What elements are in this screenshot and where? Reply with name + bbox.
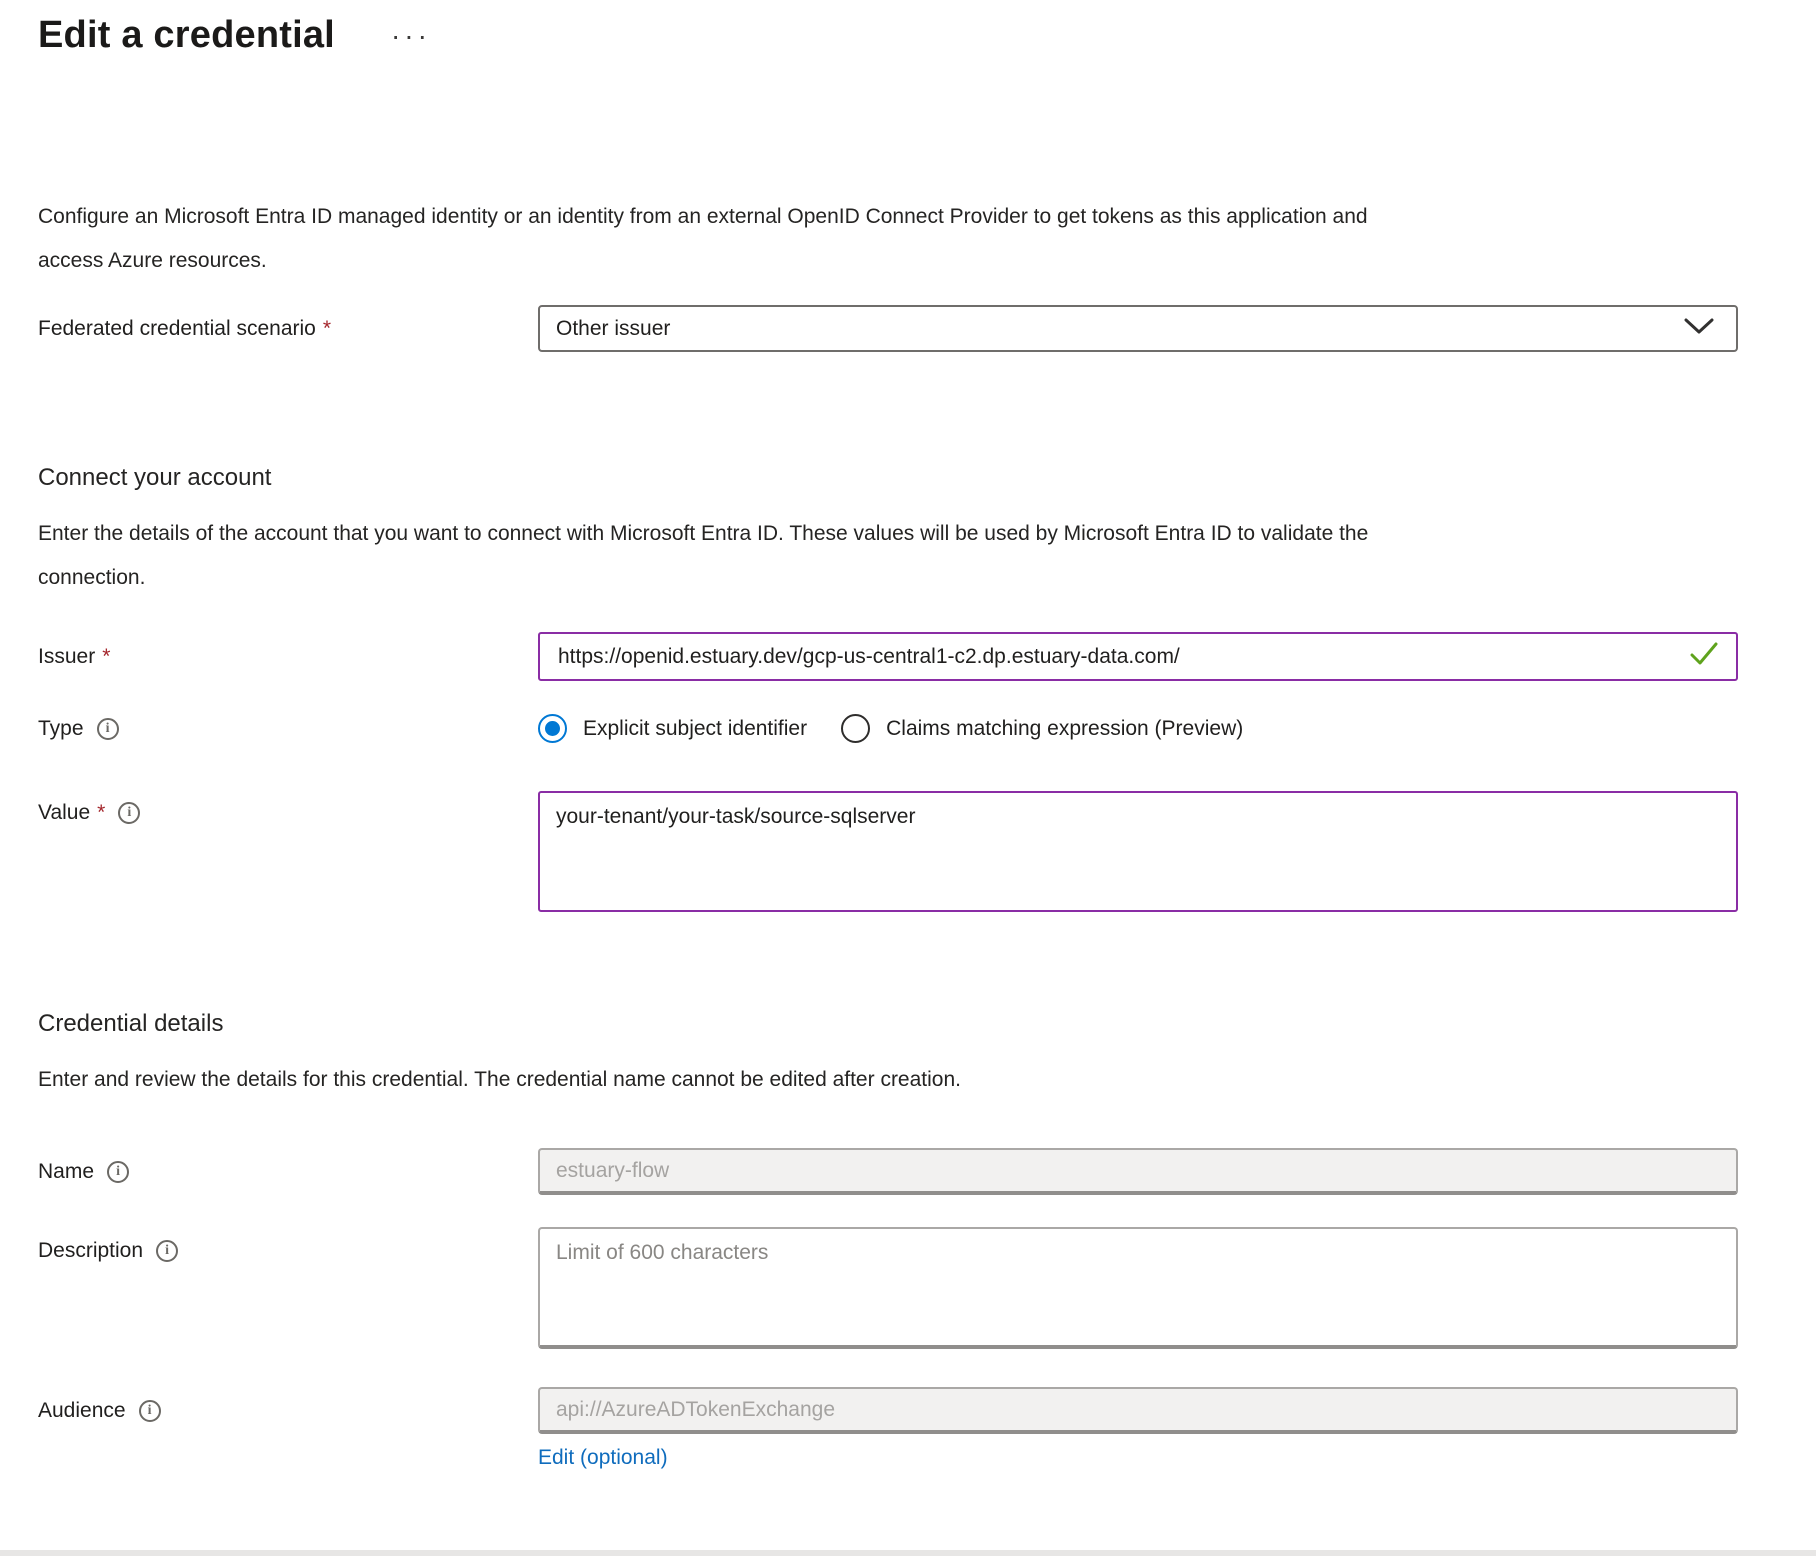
federated-credential-scenario-select[interactable]: Other issuer — [538, 305, 1738, 352]
radio-label: Explicit subject identifier — [583, 717, 807, 741]
name-input — [538, 1148, 1738, 1195]
info-icon: i — [107, 1161, 129, 1183]
type-label: Type i — [38, 717, 538, 741]
credential-details-heading: Credential details — [38, 1010, 1738, 1038]
info-icon: i — [139, 1400, 161, 1422]
info-icon: i — [156, 1240, 178, 1262]
intro-line: Configure an Microsoft Entra ID managed … — [38, 195, 1738, 239]
description-line: Enter the details of the account that yo… — [38, 512, 1738, 556]
audience-row: Audience i — [38, 1387, 1738, 1434]
description-row: Description i — [38, 1227, 1738, 1349]
required-marker: * — [102, 645, 110, 669]
federated-credential-scenario-label: Federated credential scenario * — [38, 317, 538, 341]
info-icon: i — [97, 718, 119, 740]
info-icon: i — [118, 802, 140, 824]
federated-credential-scenario-value: Other issuer — [556, 317, 670, 341]
type-row: Type i Explicit subject identifier Claim… — [38, 714, 1738, 743]
required-marker: * — [97, 801, 105, 825]
name-row: Name i — [38, 1148, 1738, 1195]
connect-account-heading: Connect your account — [38, 464, 1738, 492]
radio-explicit-subject-identifier[interactable]: Explicit subject identifier — [538, 714, 807, 743]
radio-label: Claims matching expression (Preview) — [886, 717, 1243, 741]
description-textarea[interactable] — [538, 1227, 1738, 1349]
required-marker: * — [323, 317, 331, 341]
page-header: Edit a credential ··· — [38, 14, 1738, 57]
value-textarea[interactable]: your-tenant/your-task/source-sqlserver — [538, 791, 1738, 912]
radio-button-icon — [538, 714, 567, 743]
value-row: Value * i your-tenant/your-task/source-s… — [38, 791, 1738, 912]
intro-line: access Azure resources. — [38, 239, 1738, 283]
audience-label: Audience i — [38, 1399, 538, 1423]
description-line: Enter and review the details for this cr… — [38, 1058, 1738, 1102]
radio-claims-matching-expression[interactable]: Claims matching expression (Preview) — [841, 714, 1243, 743]
issuer-input-container — [538, 632, 1738, 681]
audience-input — [538, 1387, 1738, 1434]
checkmark-icon — [1690, 642, 1718, 671]
issuer-input[interactable] — [558, 645, 1676, 669]
name-label: Name i — [38, 1160, 538, 1184]
chevron-down-icon — [1684, 317, 1714, 341]
description-line: connection. — [38, 556, 1738, 600]
description-label: Description i — [38, 1227, 538, 1263]
more-options-ellipsis-icon: ··· — [391, 20, 431, 52]
value-label: Value * i — [38, 791, 538, 825]
credential-details-description: Enter and review the details for this cr… — [38, 1058, 1738, 1102]
edit-credential-pane: Edit a credential ··· Configure an Micro… — [0, 14, 1816, 1470]
audience-edit-row: Edit (optional) — [38, 1446, 1738, 1470]
edit-optional-link[interactable]: Edit (optional) — [538, 1446, 668, 1470]
footer-divider — [0, 1550, 1816, 1556]
page-title: Edit a credential — [38, 14, 335, 57]
federated-credential-scenario-row: Federated credential scenario * Other is… — [38, 305, 1738, 352]
issuer-label: Issuer * — [38, 645, 538, 669]
radio-button-icon — [841, 714, 870, 743]
subject-type-radio-group: Explicit subject identifier Claims match… — [538, 714, 1738, 743]
issuer-row: Issuer * — [38, 632, 1738, 681]
connect-account-description: Enter the details of the account that yo… — [38, 512, 1738, 600]
intro-paragraph: Configure an Microsoft Entra ID managed … — [38, 195, 1738, 283]
